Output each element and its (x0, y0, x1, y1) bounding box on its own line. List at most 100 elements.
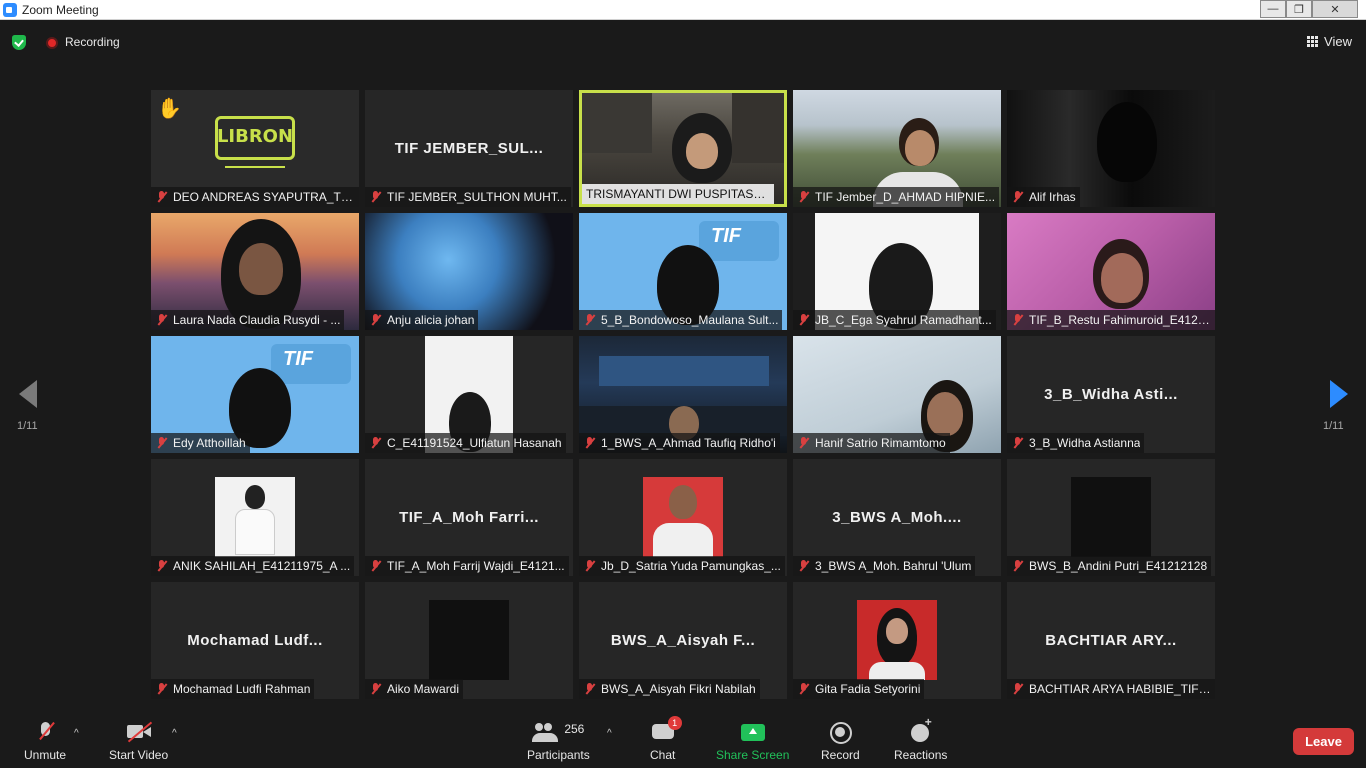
participant-video-tile[interactable]: TRISMAYANTI DWI PUSPITASARI (579, 90, 787, 207)
muted-mic-icon (155, 190, 169, 204)
participant-name-bar: TRISMAYANTI DWI PUSPITASARI (582, 184, 774, 204)
muted-mic-icon (1011, 559, 1025, 573)
share-screen-button[interactable]: Share Screen (716, 720, 789, 762)
participant-name-bar: 1_BWS_A_Ahmad Taufiq Ridho'i (579, 433, 780, 453)
participant-name: Edy Atthoillah (173, 436, 246, 450)
logo-text: LIBRON (216, 126, 294, 147)
muted-mic-icon (797, 190, 811, 204)
participant-name: ANIK SAHILAH_E41211975_A ... (173, 559, 351, 573)
record-button[interactable]: Record (821, 720, 860, 762)
view-button[interactable]: View (1307, 34, 1352, 49)
participant-video-tile[interactable]: TIF JEMBER_SUL... TIF JEMBER_SULTHON MUHT… (365, 90, 573, 207)
participant-name-bar: TIF_B_Restu Fahimuroid_E4121... (1007, 310, 1215, 330)
participant-video-tile[interactable]: Hanif Satrio Rimamtomo (793, 336, 1001, 453)
muted-mic-icon (155, 682, 169, 696)
participant-video-tile[interactable]: C_E41191524_Ulfiatun Hasanah (365, 336, 573, 453)
chat-button[interactable]: 1 Chat (650, 716, 682, 762)
participant-name-bar: ANIK SAHILAH_E41211975_A ... (151, 556, 355, 576)
muted-mic-icon (797, 682, 811, 696)
participant-video-tile[interactable]: BACHTIAR ARY... BACHTIAR ARYA HABIBIE_TIF… (1007, 582, 1215, 699)
participant-display-name: 3_BWS A_Moh.... (832, 509, 962, 526)
participant-name: Jb_D_Satria Yuda Pamungkas_... (601, 559, 781, 573)
right-page-indicator: 1/11 (1323, 420, 1344, 432)
participant-video-tile[interactable]: 3_B_Widha Asti... 3_B_Widha Astianna (1007, 336, 1215, 453)
reactions-smiley-icon (910, 715, 932, 744)
leave-meeting-button[interactable]: Leave (1293, 728, 1354, 755)
participant-name: Aiko Mawardi (387, 682, 460, 696)
muted-mic-icon (369, 682, 383, 696)
start-video-button[interactable]: Start Video (109, 720, 168, 762)
minimize-button[interactable]: — (1260, 0, 1286, 18)
participant-video-tile[interactable]: 1_BWS_A_Ahmad Taufiq Ridho'i (579, 336, 787, 453)
participant-name: Mochamad Ludfi Rahman (173, 682, 311, 696)
participant-count: 256 (564, 722, 585, 736)
participant-name: 1_BWS_A_Ahmad Taufiq Ridho'i (601, 436, 776, 450)
participant-name-bar: TIF Jember_D_AHMAD HIPNIE... (793, 187, 1000, 207)
participant-video-tile[interactable]: Jb_D_Satria Yuda Pamungkas_... (579, 459, 787, 576)
view-label: View (1324, 34, 1352, 49)
participants-button[interactable]: 256 Participants (527, 720, 590, 762)
unmute-label: Unmute (24, 748, 67, 762)
participant-video-tile[interactable]: BWS_A_Aisyah F... BWS_A_Aisyah Fikri Nabi… (579, 582, 787, 699)
participant-video-tile[interactable]: Laura Nada Claudia Rusydi - ... (151, 213, 359, 330)
video-off-camera-icon (125, 720, 153, 744)
participant-name-bar: JB_C_Ega Syahrul Ramadhant... (793, 310, 996, 330)
chat-unread-badge: 1 (667, 716, 682, 730)
muted-mic-icon (583, 436, 597, 450)
participant-name-bar: Aiko Mawardi (365, 679, 464, 699)
recording-label[interactable]: Recording (65, 35, 120, 49)
participant-name-bar: 5_B_Bondowoso_Maulana Sult... (579, 310, 783, 330)
participant-video-tile[interactable]: Mochamad Ludf... Mochamad Ludfi Rahman (151, 582, 359, 699)
participant-video-tile[interactable]: TIF Edy Atthoillah (151, 336, 359, 453)
participant-name-bar: Gita Fadia Setyorini (793, 679, 925, 699)
participant-name-bar: 3_B_Widha Astianna (1007, 433, 1145, 453)
participant-name-bar: TIF_A_Moh Farrij Wajdi_E4121... (365, 556, 569, 576)
window-controls: — ❐ ✕ (1260, 0, 1358, 18)
muted-microphone-icon (36, 720, 54, 744)
participant-name-bar: BWS_B_Andini Putri_E41212128 (1007, 556, 1212, 576)
participant-video-tile[interactable]: BWS_B_Andini Putri_E41212128 (1007, 459, 1215, 576)
participant-video-tile[interactable]: 3_BWS A_Moh.... 3_BWS A_Moh. Bahrul 'Ulum (793, 459, 1001, 576)
chat-label: Chat (650, 748, 676, 762)
reactions-label: Reactions (894, 748, 948, 762)
participant-name: TIF JEMBER_SULTHON MUHT... (387, 190, 567, 204)
participant-video-tile[interactable]: Aiko Mawardi (365, 582, 573, 699)
maximize-button[interactable]: ❐ (1286, 0, 1312, 18)
participant-display-name: 3_B_Widha Asti... (1044, 386, 1178, 403)
share-screen-label: Share Screen (716, 748, 790, 762)
previous-page-arrow-icon[interactable] (19, 380, 37, 408)
muted-mic-icon (155, 436, 169, 450)
video-options-caret[interactable]: ^ (172, 728, 177, 739)
meeting-topbar: Recording View (0, 20, 1366, 64)
muted-mic-icon (1011, 190, 1025, 204)
participants-options-caret[interactable]: ^ (607, 728, 612, 739)
participant-name-bar: Hanif Satrio Rimamtomo (793, 433, 950, 453)
participant-name-bar: Jb_D_Satria Yuda Pamungkas_... (579, 556, 785, 576)
encryption-shield-icon[interactable] (12, 35, 26, 50)
participant-video-tile[interactable]: JB_C_Ega Syahrul Ramadhant... (793, 213, 1001, 330)
participant-video-tile[interactable]: Anju alicia johan (365, 213, 573, 330)
participant-video-tile[interactable]: TIF Jember_D_AHMAD HIPNIE... (793, 90, 1001, 207)
participant-video-tile[interactable]: Gita Fadia Setyorini (793, 582, 1001, 699)
participant-video-tile[interactable]: Alif Irhas (1007, 90, 1215, 207)
participant-video-tile[interactable]: TIF_A_Moh Farri... TIF_A_Moh Farrij Wajdi… (365, 459, 573, 576)
unmute-button[interactable]: Unmute (24, 720, 66, 762)
next-page-arrow-icon[interactable] (1330, 380, 1348, 408)
participant-name: Anju alicia johan (387, 313, 475, 327)
participant-video-tile[interactable]: TIF_B_Restu Fahimuroid_E4121... (1007, 213, 1215, 330)
participant-name-bar: Anju alicia johan (365, 310, 479, 330)
reactions-button[interactable]: Reactions (894, 715, 948, 762)
participant-video-tile[interactable]: ANIK SAHILAH_E41211975_A ... (151, 459, 359, 576)
audio-options-caret[interactable]: ^ (74, 728, 79, 739)
recording-dot-icon (46, 37, 58, 49)
muted-mic-icon (583, 682, 597, 696)
participant-video-tile[interactable]: ✋ LIBRON DEO ANDREAS SYAPUTRA_TIF... (151, 90, 359, 207)
participant-name-bar: Laura Nada Claudia Rusydi - ... (151, 310, 345, 330)
participants-icon (532, 720, 559, 744)
close-button[interactable]: ✕ (1312, 0, 1358, 18)
muted-mic-icon (155, 313, 169, 327)
participant-video-tile[interactable]: TIF 5_B_Bondowoso_Maulana Sult... (579, 213, 787, 330)
participant-name: Hanif Satrio Rimamtomo (815, 436, 946, 450)
participant-name: TIF_A_Moh Farrij Wajdi_E4121... (387, 559, 565, 573)
participant-name: BACHTIAR ARYA HABIBIE_TIF_E... (1029, 682, 1211, 696)
